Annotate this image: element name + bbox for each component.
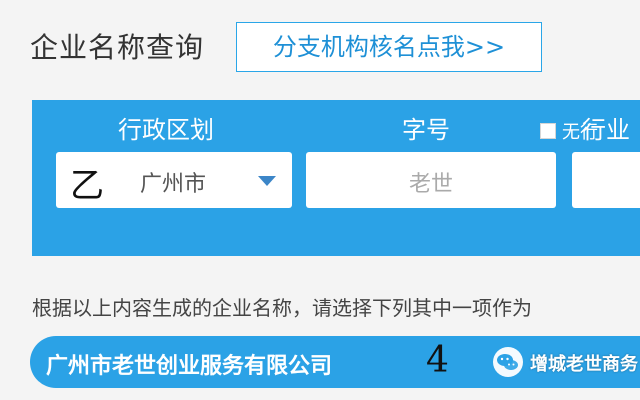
no-industry-checkbox[interactable]: [540, 123, 556, 139]
wechat-icon: [493, 347, 523, 377]
handwritten-mark: 乙: [70, 166, 104, 206]
result-company-name: 广州市老世创业服务有限公司: [46, 354, 333, 379]
no-industry-option[interactable]: 无行: [540, 118, 598, 144]
trade-name-input[interactable]: 老世: [306, 152, 556, 208]
industry-input[interactable]: [572, 152, 640, 208]
no-industry-label: 无行: [562, 122, 598, 143]
result-option[interactable]: 广州市老世创业服务有限公司 4 增城老世商务: [30, 336, 640, 388]
handwritten-number: 4: [426, 340, 449, 381]
page-title: 企业名称查询: [30, 31, 205, 64]
chevron-down-icon: [258, 176, 276, 186]
region-select[interactable]: 乙 广州市: [56, 152, 292, 208]
region-value: 广州市: [140, 172, 207, 197]
region-label: 行政区划: [118, 116, 214, 144]
name-label: 字号: [402, 116, 450, 144]
trade-name-placeholder: 老世: [408, 172, 453, 197]
instruction-text: 根据以上内容生成的企业名称，请选择下列其中一项作为: [32, 296, 532, 320]
branch-name-check-link[interactable]: 分支机构核名点我>>: [236, 22, 542, 72]
watermark-text: 增城老世商务: [530, 354, 638, 375]
